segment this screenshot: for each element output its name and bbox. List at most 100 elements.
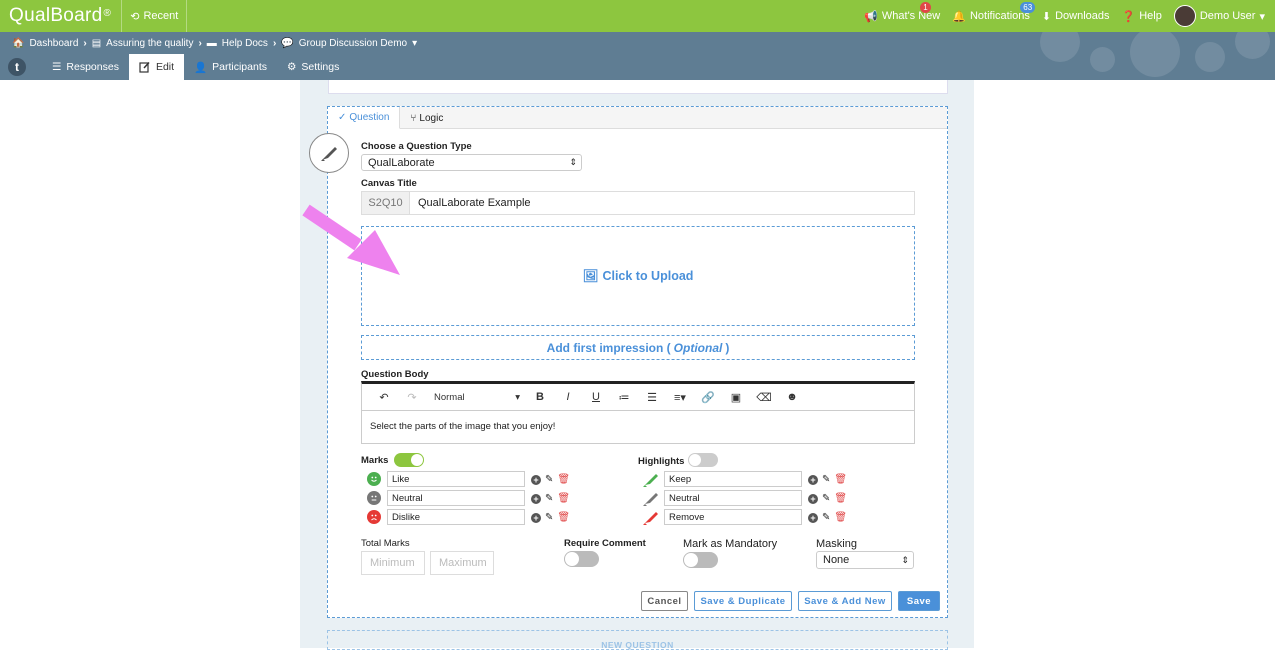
edit-icon: [139, 61, 150, 73]
eraser-icon[interactable]: ⌫: [750, 391, 778, 404]
tab-responses[interactable]: ☰ Responses: [42, 54, 129, 80]
branch-icon: ⑂: [410, 112, 417, 124]
add-icon[interactable]: +: [531, 512, 541, 523]
emoji-icon[interactable]: ☻: [778, 391, 806, 403]
document-icon: ▤: [91, 37, 102, 49]
chat-icon: 💬: [281, 37, 294, 49]
marks-toggle[interactable]: [394, 453, 424, 467]
breadcrumb-project[interactable]: Assuring the quality: [106, 38, 193, 49]
min-marks-input[interactable]: Minimum: [361, 551, 425, 575]
total-marks-label: Total Marks: [361, 538, 410, 549]
add-icon[interactable]: +: [808, 474, 818, 485]
canvas-title-label: Canvas Title: [361, 178, 417, 189]
notifications-button[interactable]: 🔔 Notifications 63: [946, 0, 1036, 32]
highlighter-red-icon: [643, 512, 658, 525]
format-select[interactable]: Normal ▾: [426, 392, 526, 403]
underline-icon[interactable]: U: [582, 391, 610, 403]
masking-select[interactable]: None ⇕: [816, 551, 914, 569]
save-duplicate-button[interactable]: Save & Duplicate: [694, 591, 792, 611]
cancel-button[interactable]: Cancel: [641, 591, 688, 611]
undo-icon[interactable]: ↶: [370, 391, 398, 404]
mandatory-toggle[interactable]: [683, 552, 718, 568]
pencil-icon[interactable]: ✎: [822, 474, 830, 485]
breadcrumb-discussion[interactable]: Group Discussion Demo: [299, 38, 407, 49]
trash-icon[interactable]: 🗑: [834, 493, 847, 504]
highlighter-icon[interactable]: [309, 133, 349, 173]
editor-body[interactable]: Select the parts of the image that you e…: [362, 411, 914, 442]
require-comment-toggle[interactable]: [564, 551, 599, 567]
highlight-keep-input[interactable]: Keep: [664, 471, 802, 487]
breadcrumb-dashboard[interactable]: Dashboard: [29, 38, 78, 49]
downloads-button[interactable]: ⬇ Downloads: [1036, 0, 1116, 32]
max-marks-input[interactable]: Maximum: [430, 551, 494, 575]
user-menu[interactable]: Demo User ▾: [1168, 0, 1275, 32]
rich-text-editor: ↶ ↷ Normal ▾ B I U ≔ ☰ ≡▾ 🔗 ▣ ⌫ ☻ Select …: [361, 381, 915, 444]
require-comment-label: Require Comment: [564, 538, 646, 549]
bullet-list-icon[interactable]: ☰: [638, 391, 666, 404]
mandatory-label: Mark as Mandatory: [683, 538, 778, 550]
whats-new-button[interactable]: 📢 What's New 1: [858, 0, 946, 32]
tab-question[interactable]: ✓ Question: [328, 107, 401, 129]
recent-button[interactable]: ⟲ Recent: [121, 0, 188, 32]
tab-logic[interactable]: ⑂ Logic: [400, 107, 453, 129]
pencil-icon[interactable]: ✎: [545, 512, 553, 523]
tab-settings[interactable]: ⚙ Settings: [277, 54, 349, 80]
add-icon[interactable]: +: [531, 474, 541, 485]
question-type-select[interactable]: QualLaborate ⇕: [361, 154, 582, 171]
help-button[interactable]: ❓ Help: [1116, 0, 1168, 32]
marks-label: Marks: [361, 455, 389, 466]
add-icon[interactable]: +: [808, 512, 818, 523]
align-icon[interactable]: ≡▾: [666, 391, 694, 404]
avatar: [1173, 5, 1196, 27]
pencil-icon[interactable]: ✎: [822, 512, 830, 523]
check-icon: ✓: [338, 112, 347, 123]
link-icon[interactable]: 🔗: [694, 391, 722, 404]
image-icon[interactable]: ▣: [722, 391, 750, 404]
highlights-toggle[interactable]: [688, 453, 718, 467]
tab-participants[interactable]: 👤 Participants: [184, 54, 277, 80]
question-body-label: Question Body: [361, 369, 429, 380]
list-icon: ☰: [52, 61, 62, 73]
mark-like-input[interactable]: Like: [387, 471, 525, 487]
top-navbar: QualBoard ® ⟲ Recent 📢 What's New 1 🔔 Not…: [0, 0, 1275, 32]
bold-icon[interactable]: B: [526, 391, 554, 403]
pencil-icon[interactable]: ✎: [545, 474, 553, 485]
highlight-remove-input[interactable]: Remove: [664, 509, 802, 525]
tab-edit[interactable]: Edit: [128, 54, 185, 80]
mark-neutral-input[interactable]: Neutral: [387, 490, 525, 506]
download-icon: ⬇: [1041, 10, 1052, 23]
masking-label: Masking: [816, 538, 857, 550]
trash-icon[interactable]: 🗑: [834, 512, 847, 523]
add-first-impression-button[interactable]: Add first impression (Optional): [361, 335, 915, 360]
highlight-neutral-input[interactable]: Neutral: [664, 490, 802, 506]
upload-dropzone[interactable]: 🖼 Click to Upload: [361, 226, 915, 326]
caret-down-icon[interactable]: ▾: [412, 38, 417, 49]
add-icon[interactable]: +: [808, 493, 818, 504]
mark-dislike-input[interactable]: Dislike: [387, 509, 525, 525]
gear-icon: ⚙: [286, 61, 297, 73]
pencil-icon[interactable]: ✎: [822, 493, 830, 504]
new-question-dropzone[interactable]: NEW QUESTION: [327, 630, 948, 650]
save-button[interactable]: Save: [898, 591, 940, 611]
pencil-icon[interactable]: ✎: [545, 493, 553, 504]
home-icon: 🏠: [12, 37, 25, 49]
app-switch-logo[interactable]: t: [8, 58, 26, 76]
select-arrows-icon: ⇕: [569, 157, 577, 167]
frown-face-icon: [367, 510, 381, 524]
italic-icon[interactable]: I: [554, 391, 582, 403]
save-add-new-button[interactable]: Save & Add New: [798, 591, 892, 611]
bell-icon: 🔔: [952, 10, 966, 23]
trash-icon[interactable]: 🗑: [557, 512, 570, 523]
trash-icon[interactable]: 🗑: [557, 474, 570, 485]
ordered-list-icon[interactable]: ≔: [610, 391, 638, 404]
trash-icon[interactable]: 🗑: [834, 474, 847, 485]
whats-new-badge: 1: [920, 2, 931, 13]
qualboard-logo[interactable]: QualBoard ®: [0, 0, 121, 32]
add-icon[interactable]: +: [531, 493, 541, 504]
canvas-title-input[interactable]: [410, 192, 914, 214]
breadcrumb-folder[interactable]: Help Docs: [222, 38, 268, 49]
trash-icon[interactable]: 🗑: [557, 493, 570, 504]
select-arrows-icon: ⇕: [901, 554, 909, 565]
redo-icon[interactable]: ↷: [398, 391, 426, 404]
notifications-badge: 63: [1020, 2, 1036, 13]
